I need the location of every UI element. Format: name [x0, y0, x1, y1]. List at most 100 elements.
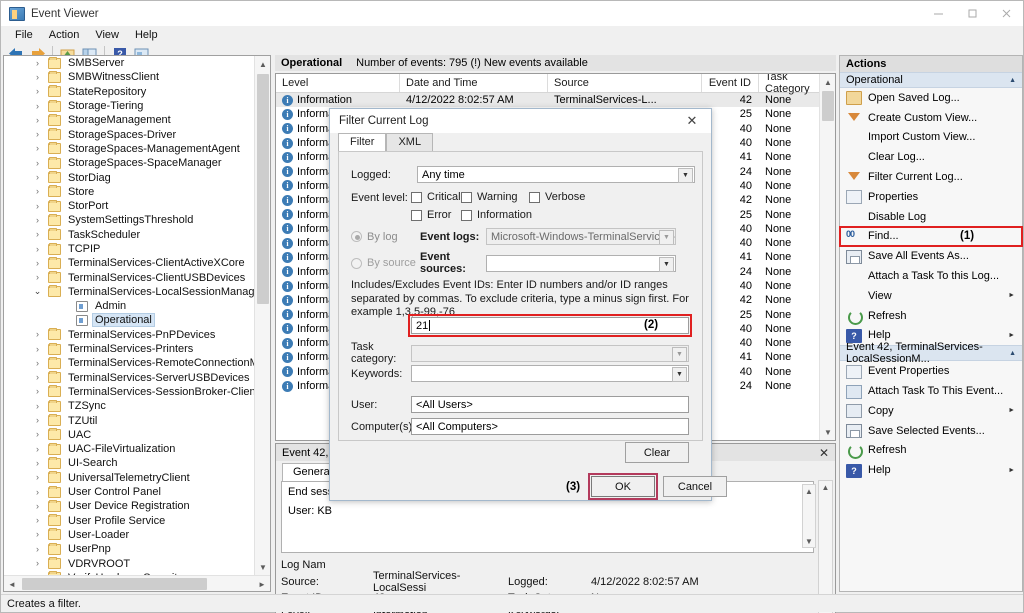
maximize-button[interactable]	[955, 1, 989, 26]
user-input[interactable]: <All Users>	[411, 396, 689, 413]
computers-input[interactable]: <All Computers>	[411, 418, 689, 435]
chevron-down-icon[interactable]: ▼	[678, 168, 693, 183]
checkbox-box[interactable]	[411, 192, 422, 203]
checkbox-verbose[interactable]: Verbose	[529, 191, 585, 203]
action-item[interactable]: Import Custom View...	[840, 128, 1022, 148]
chevron-right-icon[interactable]: ›	[32, 429, 43, 440]
chevron-right-icon[interactable]: ›	[32, 544, 43, 555]
scroll-right-icon[interactable]: ►	[254, 576, 270, 592]
chevron-right-icon[interactable]: ›	[32, 215, 43, 226]
chevron-right-icon[interactable]: ›	[32, 529, 43, 540]
chevron-right-icon[interactable]: ›	[32, 186, 43, 197]
chevron-right-icon[interactable]: ›	[32, 201, 43, 212]
chevron-right-icon[interactable]: ›	[32, 143, 43, 154]
action-item[interactable]: Copy►	[840, 401, 1022, 421]
chevron-right-icon[interactable]: ›	[32, 472, 43, 483]
keywords-select[interactable]: ▼	[411, 365, 689, 382]
action-item[interactable]: Find...(1)	[840, 227, 1022, 247]
tree-item[interactable]: ›TZUtil	[4, 413, 254, 427]
tree-item[interactable]: ›SMBServer	[4, 56, 254, 70]
tree-item[interactable]: ›TerminalServices-ClientActiveXCore	[4, 256, 254, 270]
checkbox-information[interactable]: Information	[461, 209, 532, 221]
tree-vertical-scrollbar[interactable]: ▲ ▼	[254, 56, 270, 575]
checkbox-critical[interactable]: Critical	[411, 191, 461, 203]
chevron-right-icon[interactable]: ›	[32, 272, 43, 283]
tree-item[interactable]: ›TerminalServices-SessionBroker-Client	[4, 385, 254, 399]
chevron-right-icon[interactable]: ›	[32, 172, 43, 183]
action-item[interactable]: Attach a Task To this Log...	[840, 266, 1022, 286]
chevron-right-icon[interactable]: ›	[32, 386, 43, 397]
scroll-up-icon[interactable]: ▲	[819, 481, 832, 494]
checkbox-warning[interactable]: Warning	[461, 191, 518, 203]
scroll-up-icon[interactable]: ▲	[803, 485, 815, 497]
chevron-right-icon[interactable]: ›	[32, 415, 43, 426]
action-item[interactable]: ?Help►	[840, 460, 1022, 480]
scroll-down-icon[interactable]: ▼	[820, 424, 836, 440]
tree-item[interactable]: ›TerminalServices-ClientUSBDevices	[4, 270, 254, 284]
tree-item[interactable]: ›TerminalServices-ServerUSBDevices	[4, 371, 254, 385]
checkbox-box[interactable]	[461, 210, 472, 221]
hscroll-thumb[interactable]	[22, 578, 207, 590]
close-icon[interactable]: ✕	[819, 446, 829, 460]
chevron-right-icon[interactable]: ›	[32, 129, 43, 140]
action-item[interactable]: Save All Events As...	[840, 246, 1022, 266]
chevron-right-icon[interactable]: ›	[32, 487, 43, 498]
action-item[interactable]: Filter Current Log...	[840, 167, 1022, 187]
menu-item-action[interactable]: Action	[41, 28, 88, 42]
tree-item[interactable]: ›UserPnp	[4, 542, 254, 556]
chevron-right-icon[interactable]: ›	[32, 358, 43, 369]
checkbox-error[interactable]: Error	[411, 209, 451, 221]
chevron-right-icon[interactable]: ›	[32, 58, 43, 69]
tree-item[interactable]: ›TerminalServices-PnPDevices	[4, 328, 254, 342]
scroll-down-icon[interactable]: ▼	[255, 559, 271, 575]
tree-item[interactable]: ›StorageManagement	[4, 113, 254, 127]
tree-item[interactable]: ›TCPIP	[4, 242, 254, 256]
action-item[interactable]: Properties	[840, 187, 1022, 207]
chevron-right-icon[interactable]: ›	[32, 458, 43, 469]
menu-item-help[interactable]: Help	[127, 28, 166, 42]
column-header-source[interactable]: Source	[548, 74, 702, 92]
chevron-right-icon[interactable]: ›	[32, 229, 43, 240]
chevron-right-icon[interactable]: ›	[32, 344, 43, 355]
tree-item[interactable]: ›StorageSpaces-SpaceManager	[4, 156, 254, 170]
chevron-right-icon[interactable]: ›	[32, 244, 43, 255]
tree-item[interactable]: ›TZSync	[4, 399, 254, 413]
column-header-event-id[interactable]: Event ID	[702, 74, 759, 92]
tree-item[interactable]: ›UI-Search	[4, 456, 254, 470]
action-item[interactable]: Refresh	[840, 306, 1022, 326]
actions-group-event[interactable]: Event 42, TerminalServices-LocalSessionM…	[840, 345, 1022, 361]
tree-item[interactable]: ›User Control Panel	[4, 485, 254, 499]
table-row[interactable]: iInformation4/12/2022 8:02:57 AMTerminal…	[276, 93, 835, 107]
cancel-button[interactable]: Cancel	[663, 476, 727, 497]
action-item[interactable]: Event Properties	[840, 361, 1022, 381]
tree-horizontal-scrollbar[interactable]: ◄ ►	[4, 575, 270, 591]
tree-item[interactable]: ›StorageSpaces-Driver	[4, 127, 254, 141]
event-sources-select[interactable]: ▼	[486, 255, 676, 272]
chevron-right-icon[interactable]: ›	[32, 101, 43, 112]
tree-item[interactable]: ›User Profile Service	[4, 514, 254, 528]
checkbox-box[interactable]	[461, 192, 472, 203]
logged-select[interactable]: Any time ▼	[417, 166, 695, 183]
chevron-right-icon[interactable]: ›	[32, 115, 43, 126]
chevron-down-icon[interactable]: ▼	[659, 257, 674, 272]
column-header-level[interactable]: Level	[276, 74, 400, 92]
ok-button[interactable]: OK	[591, 476, 655, 497]
tree-item[interactable]: ›StorDiag	[4, 170, 254, 184]
menu-item-file[interactable]: File	[7, 28, 41, 42]
tree-item[interactable]: ⌄TerminalServices-LocalSessionManager	[4, 285, 254, 299]
tree-item[interactable]: ›StateRepository	[4, 85, 254, 99]
tree-item[interactable]: ›StorageSpaces-ManagementAgent	[4, 142, 254, 156]
minimize-button[interactable]	[921, 1, 955, 26]
chevron-right-icon[interactable]: ›	[32, 444, 43, 455]
chevron-right-icon[interactable]: ›	[32, 401, 43, 412]
tree-item[interactable]: ›SystemSettingsThreshold	[4, 213, 254, 227]
action-item[interactable]: Refresh	[840, 441, 1022, 461]
chevron-right-icon[interactable]: ›	[32, 329, 43, 340]
tree-item[interactable]: ›Store	[4, 185, 254, 199]
tree-item[interactable]: ›TerminalServices-RemoteConnectionManage…	[4, 356, 254, 370]
chevron-down-icon[interactable]: ▼	[672, 367, 687, 382]
chevron-right-icon[interactable]: ›	[32, 372, 43, 383]
action-item[interactable]: Attach Task To This Event...	[840, 381, 1022, 401]
description-scrollbar[interactable]: ▲ ▼	[802, 484, 816, 548]
close-button[interactable]	[989, 1, 1023, 26]
